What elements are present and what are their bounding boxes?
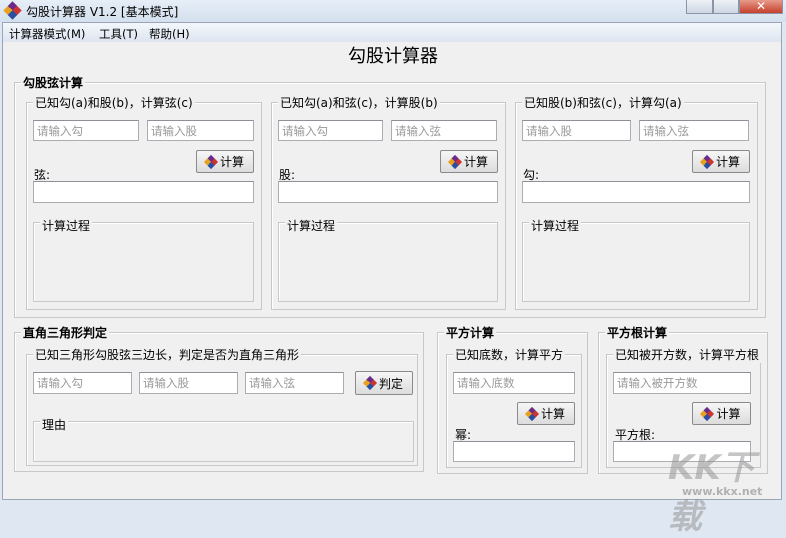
calc-button[interactable]: 计算 bbox=[440, 150, 498, 173]
result-output[interactable] bbox=[522, 181, 750, 203]
process-label: 计算过程 bbox=[285, 217, 338, 234]
panel-title: 已知勾(a)和股(b)，计算弦(c) bbox=[33, 94, 195, 111]
power-output[interactable] bbox=[453, 441, 575, 462]
process-box: 计算过程 bbox=[278, 217, 498, 302]
calculator-icon bbox=[203, 154, 219, 169]
calculator-icon bbox=[447, 154, 463, 169]
first-side-input[interactable]: 请输入勾 bbox=[33, 120, 139, 141]
pythag-group-title: 勾股弦计算 bbox=[21, 74, 86, 91]
calc-button-label: 计算 bbox=[715, 155, 740, 169]
square-title: 平方计算 bbox=[444, 324, 497, 341]
judge-button[interactable]: 判定 bbox=[355, 371, 413, 395]
sqrt-title: 平方根计算 bbox=[605, 324, 670, 341]
calculator-icon bbox=[362, 375, 378, 391]
base-input[interactable]: 请输入底数 bbox=[453, 372, 575, 394]
reason-label: 理由 bbox=[40, 416, 69, 433]
sqrt-subtitle: 已知被开方数，计算平方根 bbox=[613, 346, 762, 363]
calc-button-label: 计算 bbox=[219, 155, 244, 169]
panel-title: 已知勾(a)和弦(c)，计算股(b) bbox=[278, 94, 440, 111]
reason-box: 理由 bbox=[33, 416, 414, 462]
judge-button-label: 判定 bbox=[378, 376, 403, 391]
square-subtitle: 已知底数，计算平方 bbox=[453, 346, 566, 363]
right-triangle-subtitle: 已知三角形勾股弦三边长，判定是否为直角三角形 bbox=[33, 346, 302, 363]
process-box: 计算过程 bbox=[522, 217, 750, 302]
square-calc-button[interactable]: 计算 bbox=[517, 402, 575, 425]
sqrt-calc-label: 计算 bbox=[716, 407, 741, 421]
menu-tools[interactable]: 工具(T) bbox=[99, 26, 138, 42]
calc-button[interactable]: 计算 bbox=[196, 150, 254, 173]
maximize-button[interactable] bbox=[713, 0, 739, 14]
result-output[interactable] bbox=[278, 181, 498, 203]
calculator-icon bbox=[524, 406, 540, 421]
calculator-icon bbox=[700, 406, 715, 421]
process-label: 计算过程 bbox=[40, 217, 93, 234]
watermark-url: www.kkx.net bbox=[682, 485, 763, 498]
process-label: 计算过程 bbox=[529, 217, 582, 234]
first-side-input[interactable]: 请输入股 bbox=[522, 120, 631, 141]
square-calc-label: 计算 bbox=[540, 407, 565, 421]
side-a-input[interactable]: 请输入勾 bbox=[33, 372, 132, 394]
window-title: 勾股计算器 V1.2 [基本模式] bbox=[26, 5, 179, 19]
close-button[interactable]: ✕ bbox=[739, 0, 783, 14]
result-output[interactable] bbox=[33, 181, 254, 203]
second-side-input[interactable]: 请输入股 bbox=[147, 120, 254, 141]
second-side-input[interactable]: 请输入弦 bbox=[639, 120, 749, 141]
minimize-button[interactable] bbox=[686, 0, 713, 14]
radicand-input[interactable]: 请输入被开方数 bbox=[613, 372, 751, 394]
menu-help[interactable]: 帮助(H) bbox=[149, 26, 190, 42]
second-side-input[interactable]: 请输入弦 bbox=[391, 120, 497, 141]
sqrt-calc-button[interactable]: 计算 bbox=[692, 402, 751, 425]
calc-button-label: 计算 bbox=[463, 155, 488, 169]
panel-title: 已知股(b)和弦(c)，计算勾(a) bbox=[522, 94, 684, 111]
right-triangle-title: 直角三角形判定 bbox=[21, 324, 110, 341]
side-c-input[interactable]: 请输入弦 bbox=[245, 372, 344, 394]
process-box: 计算过程 bbox=[33, 217, 254, 302]
side-b-input[interactable]: 请输入股 bbox=[139, 372, 238, 394]
page-title: 勾股计算器 bbox=[348, 46, 438, 67]
first-side-input[interactable]: 请输入勾 bbox=[278, 120, 383, 141]
menu-calculator-mode[interactable]: 计算器模式(M) bbox=[9, 26, 85, 42]
calculator-icon bbox=[699, 154, 715, 169]
calc-button[interactable]: 计算 bbox=[692, 150, 750, 173]
